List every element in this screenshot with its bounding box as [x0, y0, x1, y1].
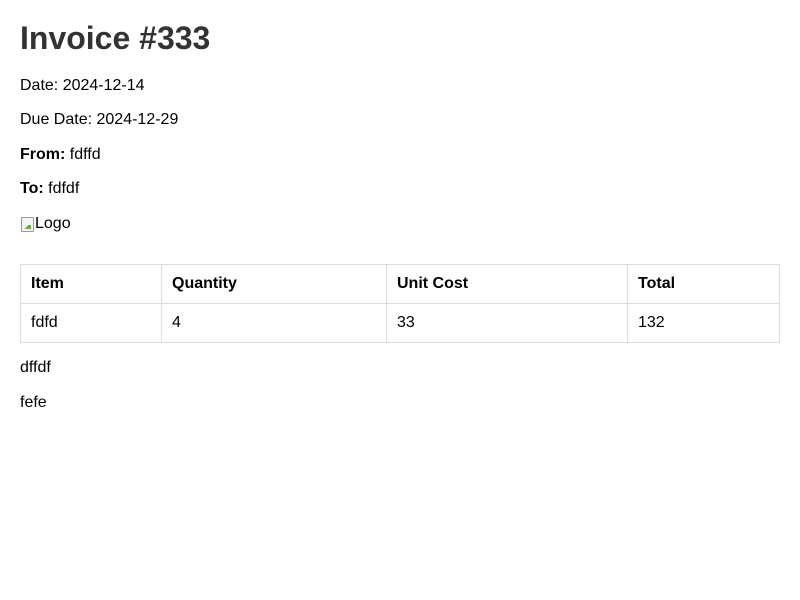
broken-image-icon — [20, 216, 34, 232]
date-label: Date: — [20, 77, 59, 94]
from-line: From: fdffd — [20, 146, 780, 164]
from-value: fdffd — [69, 146, 101, 163]
invoice-page: Invoice #333 Date: 2024-12-14 Due Date: … — [0, 0, 800, 412]
items-table: Item Quantity Unit Cost Total fdfd 4 33 … — [20, 264, 780, 343]
cell-unit-cost: 33 — [386, 303, 628, 343]
header-total: Total — [627, 264, 780, 304]
header-item: Item — [20, 264, 162, 304]
cell-item: fdfd — [20, 303, 162, 343]
to-value: fdfdf — [48, 180, 80, 197]
cell-quantity: 4 — [161, 303, 387, 343]
table-row: fdfd 4 33 132 — [20, 303, 780, 343]
to-line: To: fdfdf — [20, 180, 780, 198]
invoice-title: Invoice #333 — [20, 20, 211, 56]
date-value: 2024-12-14 — [62, 77, 145, 94]
header-unit-cost: Unit Cost — [386, 264, 628, 304]
logo-image: Logo — [20, 215, 780, 233]
invoice-date-line: Date: 2024-12-14 — [20, 77, 780, 95]
from-label: From: — [20, 146, 66, 163]
note-line: dffdf — [20, 359, 51, 376]
due-date-value: 2024-12-29 — [96, 111, 179, 128]
logo-alt-text: Logo — [35, 215, 71, 232]
due-date-line: Due Date: 2024-12-29 — [20, 111, 780, 129]
table-header-row: Item Quantity Unit Cost Total — [20, 264, 780, 304]
cell-total: 132 — [627, 303, 780, 343]
note-line: fefe — [20, 394, 47, 411]
to-label: To: — [20, 180, 44, 197]
due-date-label: Due Date: — [20, 111, 93, 128]
header-quantity: Quantity — [161, 264, 387, 304]
